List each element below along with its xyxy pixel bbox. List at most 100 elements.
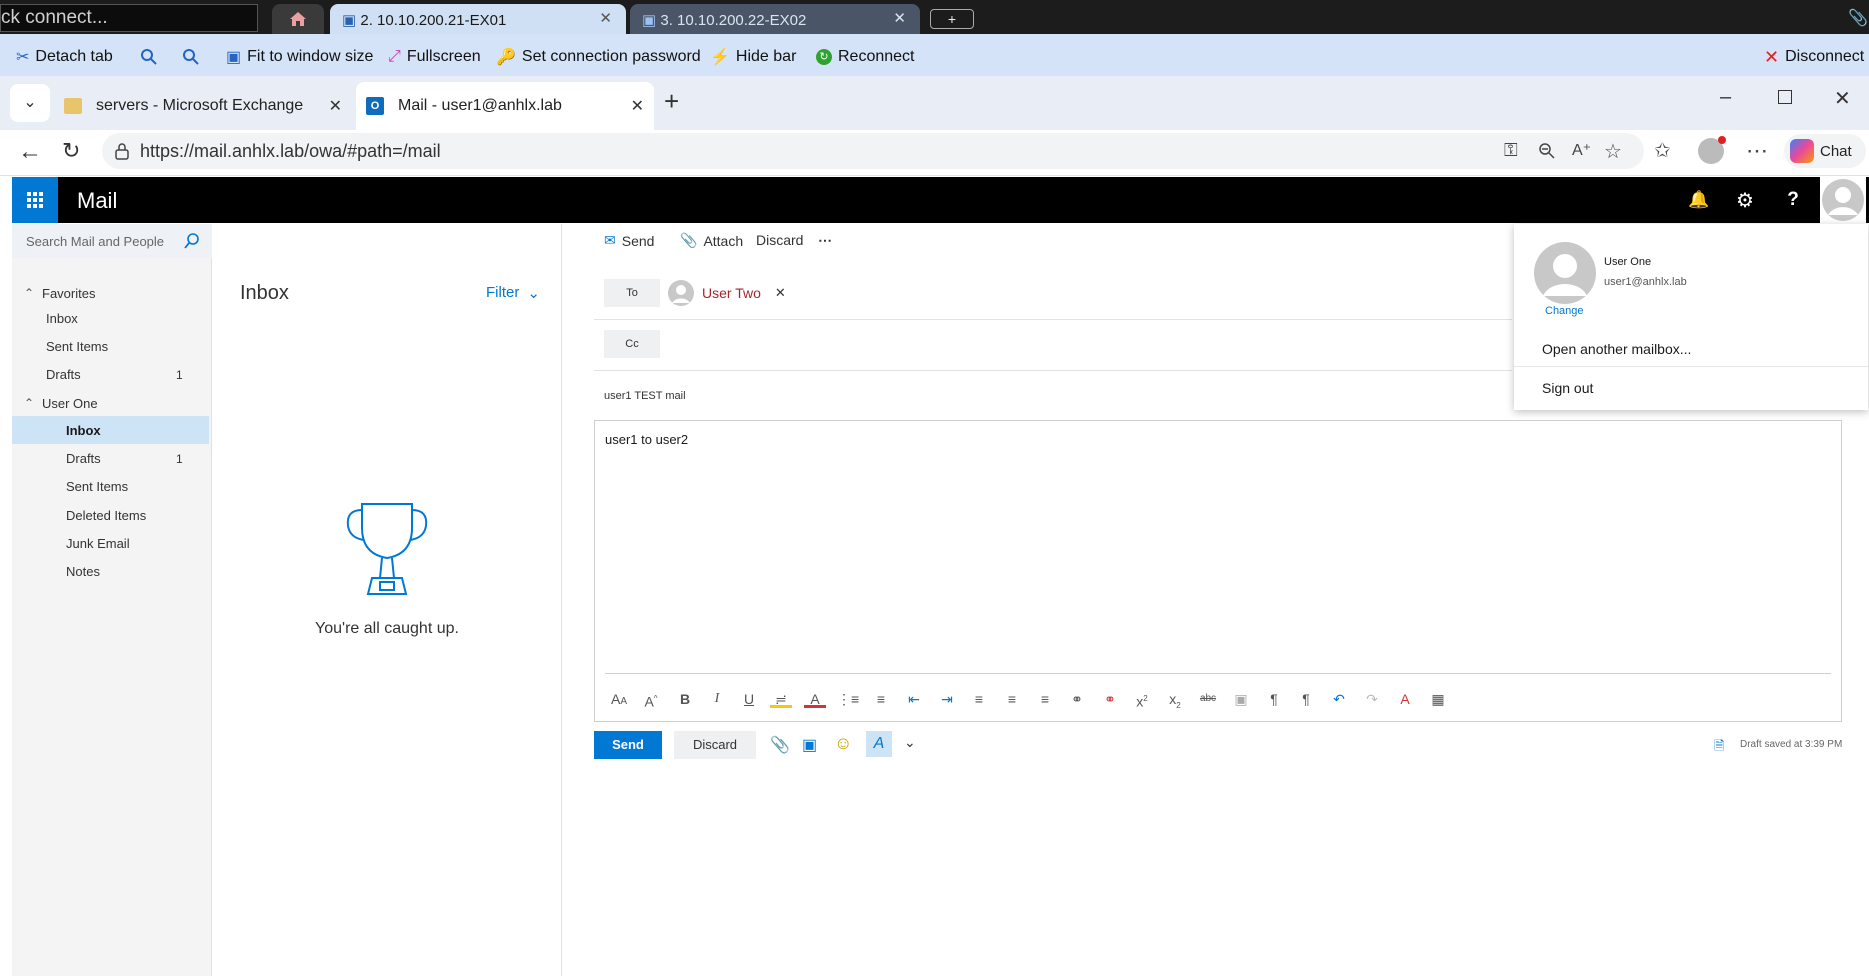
folder-favorites-inbox[interactable]: Inbox [46,311,78,326]
fullscreen-button[interactable]: ⤢ Fullscreen [388,46,481,68]
toolbar-send-button[interactable]: ✉ Send [604,232,654,249]
account-folder-header[interactable]: User One [42,396,98,411]
address-bar[interactable]: https://mail.anhlx.lab/owa/#path=/mail ⚿… [102,133,1644,169]
numbering-icon[interactable]: ≡ [870,688,892,710]
restore-button[interactable] [1778,90,1792,104]
recipient-chip[interactable]: User Two ✕ [668,278,786,308]
disconnect-button[interactable]: ✕ Disconnect [1764,46,1864,68]
attach-icon[interactable]: 📎 [770,735,790,755]
new-tab-button[interactable]: + [664,86,679,117]
more-actions-chevron-icon[interactable]: ⌄ [904,734,916,751]
folder-sent-items[interactable]: Sent Items [66,479,128,494]
app-launcher-button[interactable] [12,177,58,223]
highlight-icon[interactable]: ≓ [770,688,792,708]
toolbar-discard-button[interactable]: Discard [756,232,803,248]
subscript-icon[interactable]: x2 [1164,688,1186,710]
sign-out-item[interactable]: Sign out [1542,380,1593,396]
browser-tab-exchange[interactable]: servers - Microsoft Exchange ✕ [54,82,352,130]
filter-button[interactable]: Filter ⌄ [486,284,540,302]
settings-button[interactable]: ⚙ [1722,177,1768,223]
paperclip-icon[interactable]: 📎 [1848,8,1868,28]
bullets-icon[interactable]: ⋮≡ [837,688,859,710]
send-button[interactable]: Send [594,731,662,759]
folder-drafts[interactable]: Drafts [66,451,101,466]
change-photo-link[interactable]: Change [1545,305,1584,317]
zoom-in-button[interactable] [140,46,158,68]
strikethrough-icon[interactable]: abc [1197,688,1219,710]
hide-bar-button[interactable]: ⚡ Hide bar [710,46,796,68]
subject-field[interactable]: user1 TEST mail [604,390,1504,402]
remove-recipient-icon[interactable]: ✕ [775,285,786,301]
add-remote-tab-button[interactable]: + [930,9,974,29]
detach-tab-button[interactable]: ✂ Detach tab [16,46,113,68]
font-size-icon[interactable]: A^ [640,688,662,710]
back-button[interactable]: ← [18,138,42,166]
align-center-icon[interactable]: ≡ [1001,688,1023,710]
remote-tab-ex01[interactable]: ▣ 2. 10.10.200.21-EX01 ✕ [330,4,626,34]
help-button[interactable]: ? [1770,177,1816,223]
window-close-button[interactable]: ✕ [1834,86,1851,111]
link-icon[interactable]: ⚭ [1066,688,1088,710]
key-icon[interactable]: ⚿ [1504,140,1518,161]
reconnect-button[interactable]: ↻ Reconnect [816,46,915,68]
font-icon[interactable]: AA [608,688,630,710]
collapse-favorites-icon[interactable]: ⌃ [24,286,34,300]
remote-tab-ex02[interactable]: ▣ 3. 10.10.200.22-EX02 ✕ [630,4,920,34]
copilot-chat-button[interactable]: Chat [1784,134,1866,168]
decrease-indent-icon[interactable]: ⇤ [903,688,925,710]
superscript-icon[interactable]: x2 [1131,688,1153,710]
quick-connect-input[interactable]: ck connect... [0,4,258,32]
emoji-icon[interactable]: ☺ [834,733,852,754]
minimize-button[interactable]: – [1720,86,1731,109]
read-aloud-icon[interactable]: A⁺ [1572,140,1591,160]
account-button[interactable] [1820,177,1866,223]
folder-inbox[interactable]: Inbox [66,423,101,438]
folder-junk-email[interactable]: Junk Email [66,536,130,551]
zoom-out-icon[interactable] [1538,142,1556,160]
browser-tab-mail[interactable]: O Mail - user1@anhlx.lab ✕ [356,82,654,130]
star-icon[interactable]: ☆ [1604,139,1622,164]
insert-picture-icon[interactable]: ▣ [802,735,817,755]
profile-button[interactable] [1698,136,1726,164]
folder-favorites-sent[interactable]: Sent Items [46,339,108,354]
zoom-out-button[interactable] [182,46,200,68]
close-icon[interactable]: ✕ [631,96,644,116]
close-icon[interactable]: ✕ [599,9,612,27]
editor-icon[interactable]: A [866,731,892,757]
favorites-button[interactable]: ✩ [1654,138,1671,163]
align-left-icon[interactable]: ≡ [968,688,990,710]
clear-formatting-icon[interactable]: A [1394,688,1416,710]
to-button[interactable]: To [604,279,660,307]
close-icon[interactable]: ✕ [893,9,906,27]
underline-icon[interactable]: U [738,688,760,710]
more-options-button[interactable]: ⋯ [1746,138,1768,164]
insert-table-icon[interactable]: ▦ [1427,688,1449,710]
folder-favorites-drafts[interactable]: Drafts [46,367,81,382]
favorites-header[interactable]: Favorites [42,286,95,301]
search-input[interactable]: Search Mail and People [12,224,212,258]
folder-notes[interactable]: Notes [66,564,100,579]
refresh-button[interactable]: ↻ [62,138,80,164]
notifications-button[interactable]: 🔔 [1676,177,1722,223]
message-body-editor[interactable]: user1 to user2 [594,420,1842,722]
ltr-icon[interactable]: ¶ [1263,688,1285,710]
toolbar-attach-button[interactable]: 📎 Attach [680,232,743,249]
folder-deleted-items[interactable]: Deleted Items [66,508,146,523]
insert-image-icon[interactable]: ▣ [1230,688,1252,710]
search-icon[interactable] [184,233,200,249]
bold-icon[interactable]: B [674,688,696,710]
fit-window-button[interactable]: ▣ Fit to window size [226,46,373,68]
set-password-button[interactable]: 🔑 Set connection password [496,46,701,68]
undo-icon[interactable]: ↶ [1328,688,1350,710]
cc-button[interactable]: Cc [604,330,660,358]
toolbar-more-button[interactable]: ⋯ [818,232,832,249]
align-right-icon[interactable]: ≡ [1034,688,1056,710]
redo-icon[interactable]: ↷ [1361,688,1383,710]
open-another-mailbox-item[interactable]: Open another mailbox... [1542,341,1691,357]
italic-icon[interactable]: I [706,688,728,710]
discard-button[interactable]: Discard [674,731,756,759]
increase-indent-icon[interactable]: ⇥ [936,688,958,710]
rtl-icon[interactable]: ¶ [1295,688,1317,710]
remove-link-icon[interactable]: ⚭ [1099,688,1121,710]
collapse-account-icon[interactable]: ⌃ [24,396,34,410]
